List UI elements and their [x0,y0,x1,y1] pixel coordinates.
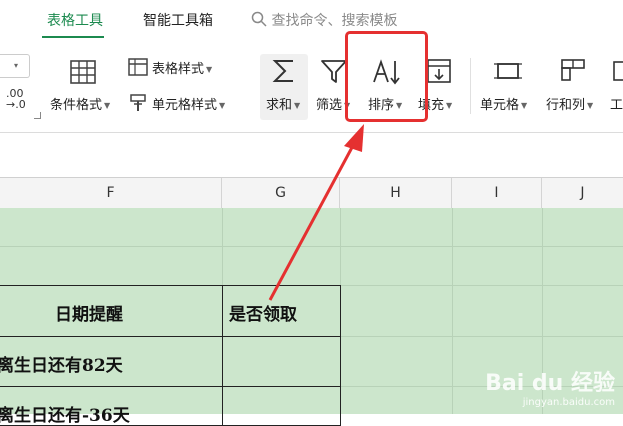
watermark-brand: Bai du 经验 [485,371,615,396]
baidu-watermark: Bai du 经验 jingyan.baidu.com [485,365,615,408]
watermark-url: jingyan.baidu.com [522,397,615,408]
annotation-arrow [268,124,364,301]
